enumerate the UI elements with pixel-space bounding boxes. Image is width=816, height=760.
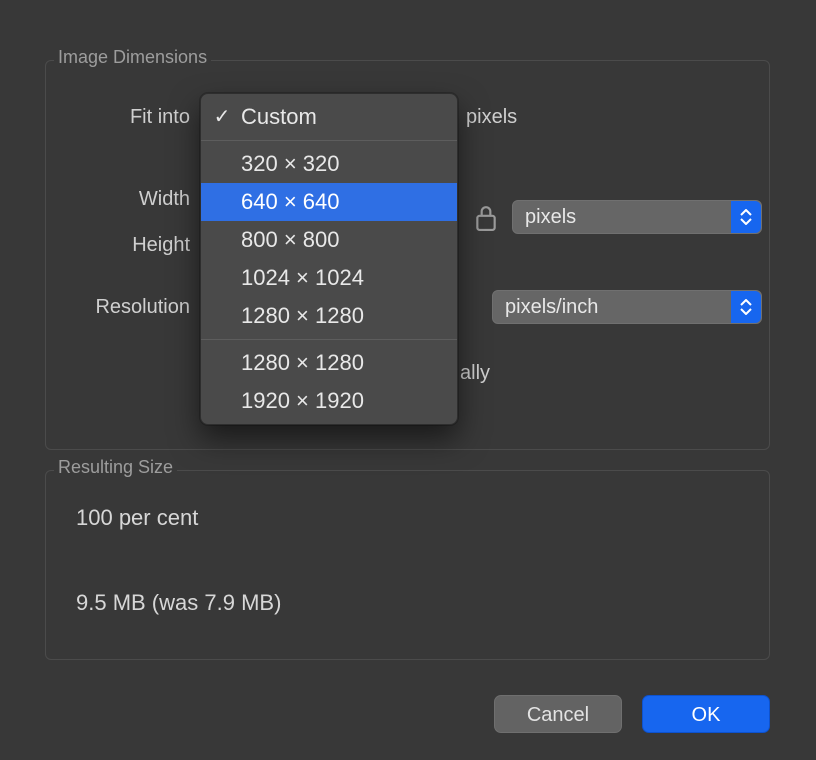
check-icon: ✓ — [211, 98, 233, 136]
height-label: Height — [60, 234, 190, 257]
image-dimensions-title: Image Dimensions — [54, 47, 211, 68]
menu-item-label: 320 × 320 — [241, 151, 339, 176]
fit-into-option-320[interactable]: 320 × 320 — [201, 145, 457, 183]
fit-into-option-custom[interactable]: ✓ Custom — [201, 98, 457, 136]
result-filesize: 9.5 MB (was 7.9 MB) — [76, 590, 281, 616]
resolution-label: Resolution — [60, 296, 190, 319]
menu-item-label: Custom — [241, 104, 317, 129]
cancel-button[interactable]: Cancel — [494, 695, 622, 733]
updown-stepper-icon — [731, 201, 761, 233]
menu-item-label: 1280 × 1280 — [241, 350, 364, 375]
menu-item-label: 1920 × 1920 — [241, 388, 364, 413]
menu-item-label: 1024 × 1024 — [241, 265, 364, 290]
result-percent: 100 per cent — [76, 505, 198, 531]
fit-into-label: Fit into — [60, 106, 190, 129]
fit-into-unit-label: pixels — [466, 106, 546, 129]
lock-icon[interactable] — [473, 202, 499, 234]
wh-unit-value: pixels — [525, 206, 576, 228]
menu-separator — [201, 140, 457, 141]
resulting-size-group: Resulting Size — [45, 470, 770, 660]
menu-separator — [201, 339, 457, 340]
resolution-unit-popup[interactable]: pixels/inch — [492, 290, 762, 324]
fit-into-option-1920[interactable]: 1920 × 1920 — [201, 382, 457, 420]
scale-proportionally-partial: ally — [460, 362, 490, 385]
fit-into-option-640[interactable]: 640 × 640 — [201, 183, 457, 221]
width-label: Width — [60, 188, 190, 211]
menu-item-label: 640 × 640 — [241, 189, 339, 214]
updown-stepper-icon — [731, 291, 761, 323]
resolution-unit-value: pixels/inch — [505, 296, 598, 318]
fit-into-menu[interactable]: ✓ Custom 320 × 320 640 × 640 800 × 800 1… — [200, 93, 458, 425]
resulting-size-title: Resulting Size — [54, 457, 177, 478]
fit-into-option-1280[interactable]: 1280 × 1280 — [201, 297, 457, 335]
wh-unit-popup[interactable]: pixels — [512, 200, 762, 234]
fit-into-option-1280b[interactable]: 1280 × 1280 — [201, 344, 457, 382]
menu-item-label: 800 × 800 — [241, 227, 339, 252]
ok-button[interactable]: OK — [642, 695, 770, 733]
fit-into-option-1024[interactable]: 1024 × 1024 — [201, 259, 457, 297]
menu-item-label: 1280 × 1280 — [241, 303, 364, 328]
fit-into-option-800[interactable]: 800 × 800 — [201, 221, 457, 259]
